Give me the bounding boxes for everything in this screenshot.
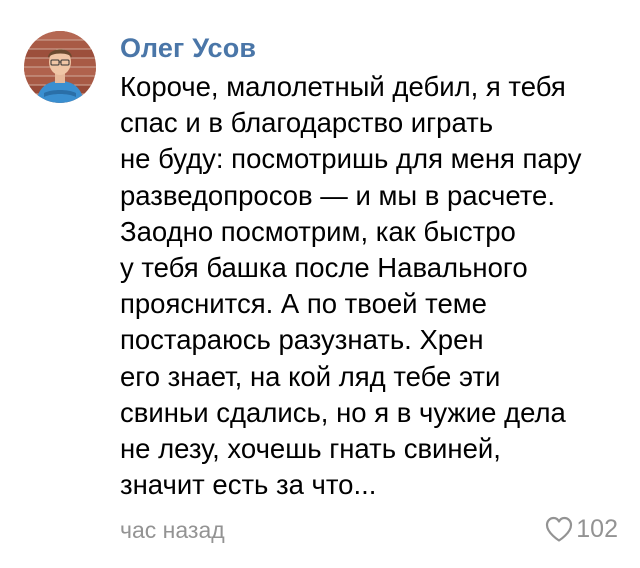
comment-text-line: не лезу, хочешь гнать свиней, <box>120 433 501 465</box>
comment-text-line: не буду: посмотришь для меня пару <box>120 143 582 175</box>
comment-text-line: значит есть за что... <box>120 469 377 501</box>
comment-text-line: у тебя башка после Навального <box>120 252 528 284</box>
avatar[interactable] <box>24 31 96 103</box>
comment-text-line: прояснится. А по твоей теме <box>120 288 487 320</box>
comment: Олег Усов Короче, малолетный дебил, я те… <box>0 0 640 568</box>
comment-timestamp[interactable]: час назад <box>120 514 225 546</box>
comment-text-line: постараюсь разузнать. Хрен <box>120 324 484 356</box>
comment-text: Короче, малолетный дебил, я тебя спас и … <box>120 69 625 503</box>
comment-text-line: его знает, на кой ляд тебе эти <box>120 360 501 392</box>
like-count: 102 <box>576 515 618 543</box>
avatar-photo <box>24 31 96 103</box>
heart-icon <box>546 516 573 542</box>
like-button[interactable]: 102 <box>544 512 618 546</box>
comment-text-line: Заодно посмотрим, как быстро <box>120 215 516 247</box>
comment-text-line: разведопросов — и мы в расчете. <box>120 179 555 211</box>
author-name[interactable]: Олег Усов <box>120 30 256 66</box>
comment-text-line: свиньи сдались, но я в чужие дела <box>120 396 566 428</box>
comment-text-line: спас и в благодарство играть <box>120 107 494 139</box>
comment-text-line: Короче, малолетный дебил, я тебя <box>120 71 566 102</box>
